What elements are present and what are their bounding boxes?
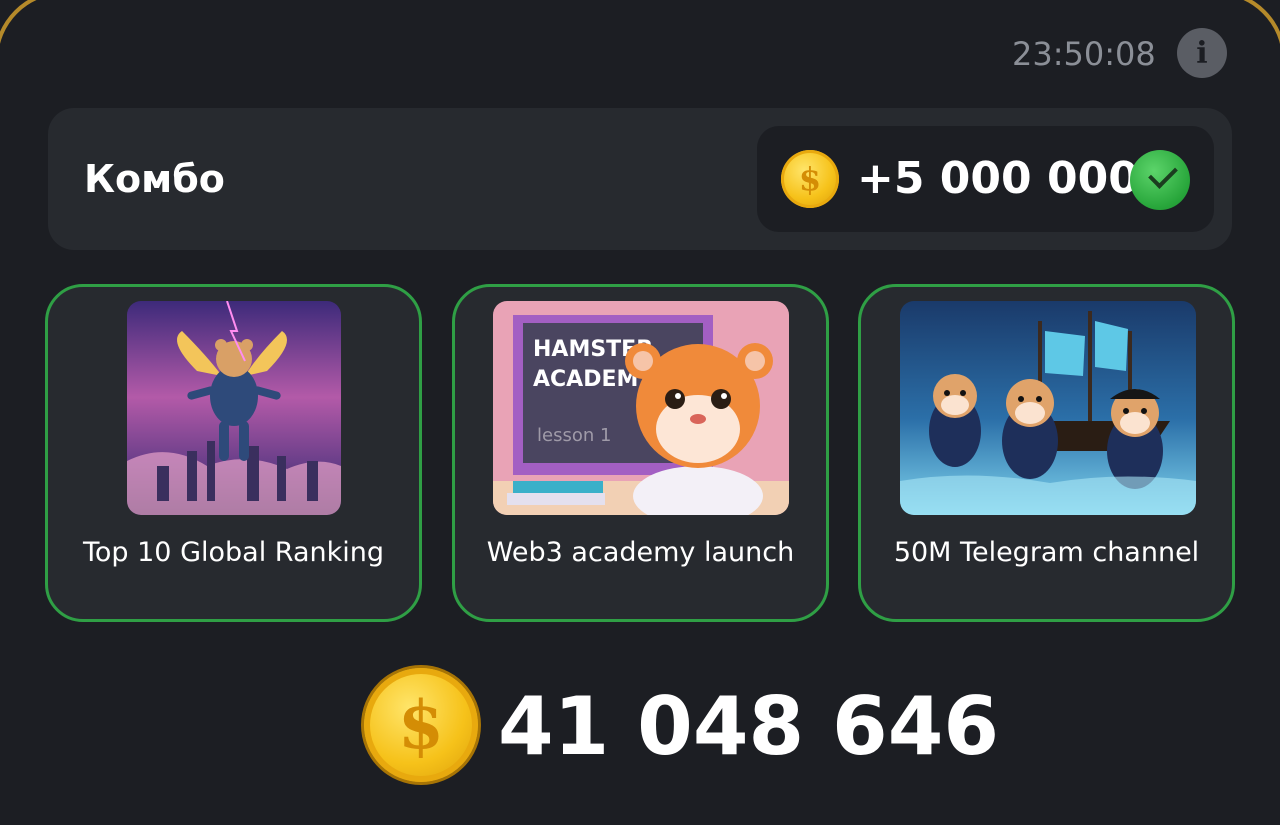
- card-label: Web3 academy launch: [486, 537, 795, 568]
- frame-corner-left: [0, 0, 74, 100]
- card-label: 50M Telegram channel: [893, 537, 1200, 568]
- app-screen: 23:50:08 i Комбо $ +5 000 000 Top 10 Glo…: [0, 0, 1280, 825]
- combo-title: Комбо: [84, 157, 225, 201]
- combo-reward: $ +5 000 000: [757, 126, 1214, 232]
- balance-value: 41 048 646: [498, 680, 1000, 773]
- coin-icon: $: [781, 150, 839, 208]
- combo-card-50m-telegram-channel[interactable]: 50M Telegram channel: [858, 284, 1235, 622]
- academy-text-lesson: lesson 1: [537, 425, 611, 446]
- combo-card-web3-academy-launch[interactable]: HAMSTER ACADEMY lesson 1 Web3 academy la…: [452, 284, 829, 622]
- check-icon: [1130, 150, 1190, 210]
- info-icon: i: [1196, 35, 1208, 71]
- combo-timer: 23:50:08: [1012, 35, 1156, 73]
- card-image-hamster-astronaut: [127, 301, 341, 515]
- info-button[interactable]: i: [1177, 28, 1227, 78]
- combo-bar: Комбо $ +5 000 000: [48, 108, 1232, 250]
- card-label: Top 10 Global Ranking: [82, 537, 384, 568]
- combo-card-top-10-global-ranking[interactable]: Top 10 Global Ranking: [45, 284, 422, 622]
- combo-reward-value: +5 000 000: [857, 153, 1139, 204]
- card-image-hamster-pirates: [900, 301, 1196, 515]
- card-image-hamster-academy: HAMSTER ACADEMY lesson 1: [493, 301, 789, 515]
- coin-icon: $: [364, 668, 478, 782]
